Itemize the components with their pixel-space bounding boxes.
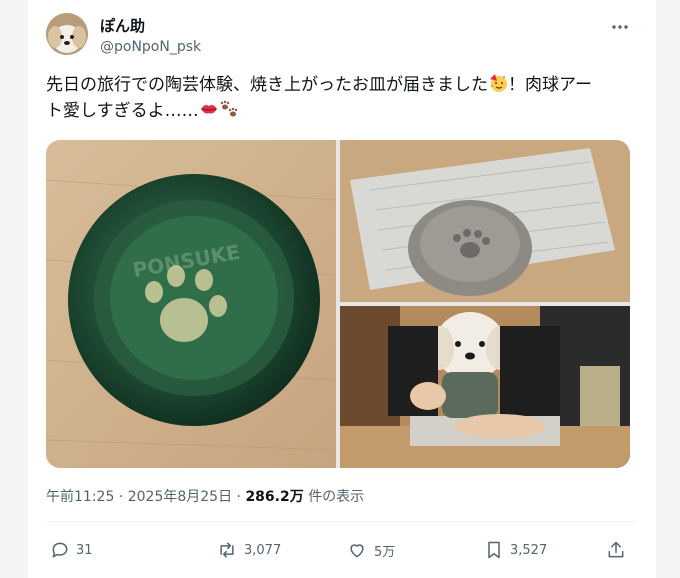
- post-meta: 午前11:25 · 2025年8月25日 · 286.2万 件の表示: [46, 486, 364, 506]
- bookmark-count: 3,527: [510, 542, 548, 558]
- media-grid: PONSUKE: [46, 140, 630, 468]
- more-icon[interactable]: [608, 15, 632, 39]
- reply-icon: [52, 542, 68, 558]
- like-count: 5万: [374, 544, 396, 560]
- divider: [46, 521, 636, 522]
- avatar[interactable]: [46, 13, 88, 55]
- reply-count: 31: [76, 542, 93, 558]
- user-handle[interactable]: @poNpoN_psk: [100, 39, 201, 55]
- views-count: 286.2万: [245, 489, 304, 505]
- share-icon: [608, 541, 624, 558]
- views-label: 件の表示: [308, 489, 365, 505]
- meta-separator: ·: [118, 489, 128, 505]
- party-face-emoji-icon: [488, 73, 508, 93]
- heart-icon: [350, 544, 364, 558]
- kiss-lips-emoji-icon: [199, 99, 219, 119]
- post-card[interactable]: ぽん助 @poNpoN_psk 先日の旅行での陶芸体験、焼き上がったお皿が届きま…: [28, 0, 656, 578]
- post-date[interactable]: 2025年8月25日: [128, 489, 232, 505]
- post-text-line1-end: ！肉球アー: [508, 75, 592, 95]
- post-time[interactable]: 午前11:25: [46, 489, 114, 505]
- photo-clay-dish[interactable]: [340, 140, 630, 302]
- post-text-line1: 先日の旅行での陶芸体験、焼き上がったお皿が届きました: [46, 75, 488, 95]
- bookmark-button[interactable]: 3,527: [484, 535, 547, 565]
- display-name[interactable]: ぽん助: [100, 15, 145, 36]
- like-button[interactable]: 5万: [346, 535, 395, 565]
- repost-icon: [220, 542, 234, 558]
- paw-prints-emoji-icon: [219, 99, 239, 119]
- photo-dog-pawprint[interactable]: [340, 306, 630, 468]
- photo-green-dish[interactable]: PONSUKE: [46, 140, 337, 468]
- share-button[interactable]: [606, 535, 632, 565]
- action-bar: 31 3,077 5万 3,527: [46, 535, 636, 565]
- post-text-line2: ト愛しすぎるよ……: [46, 101, 199, 121]
- bookmark-icon: [488, 541, 500, 559]
- repost-count: 3,077: [244, 542, 282, 558]
- post-text: 先日の旅行での陶芸体験、焼き上がったお皿が届きました ！肉球アート愛しすぎるよ……: [46, 72, 636, 124]
- reply-button[interactable]: 31: [50, 535, 93, 565]
- repost-button[interactable]: 3,077: [216, 535, 281, 565]
